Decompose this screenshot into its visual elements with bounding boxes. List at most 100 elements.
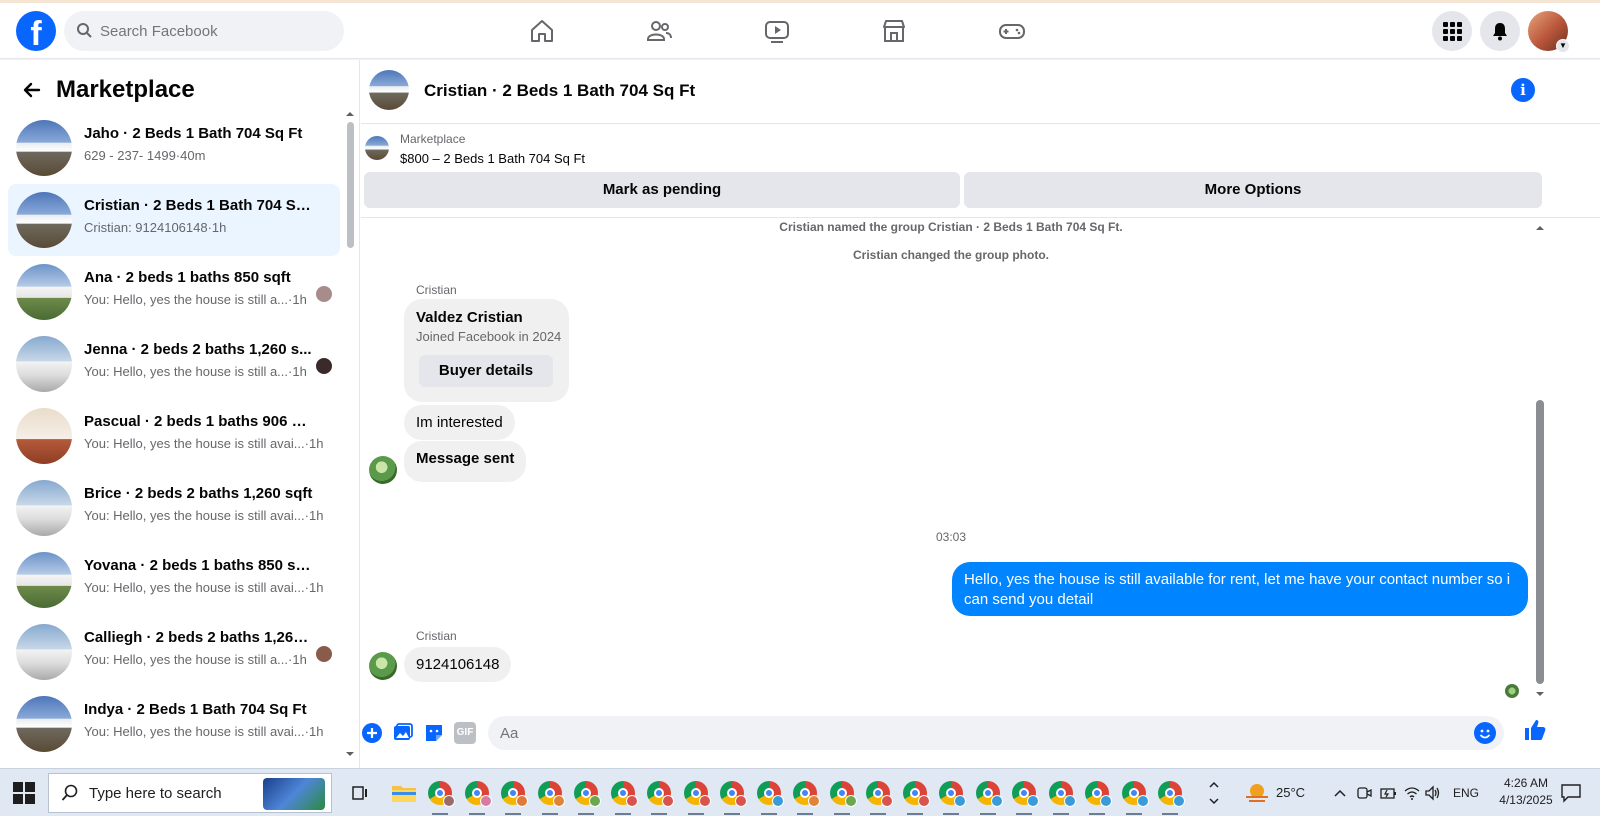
chrome-profile-icon[interactable] <box>680 777 712 815</box>
chrome-profile-icon[interactable] <box>1118 777 1150 815</box>
buyer-details-button[interactable]: Buyer details <box>419 355 553 387</box>
chrome-profile-icon[interactable] <box>935 777 967 815</box>
message-input[interactable] <box>500 716 1460 750</box>
home-icon[interactable] <box>528 17 556 45</box>
chat-title[interactable]: Cristian · 2 Beds 1 Bath 704 Sq Ft <box>424 81 695 101</box>
profile-avatar[interactable]: ▼ <box>1528 11 1570 53</box>
conversation-name: Calliegh · 2 beds 2 baths 1,260... <box>84 629 314 646</box>
chrome-profile-icon[interactable] <box>862 777 894 815</box>
scroll-down-icon[interactable] <box>1534 690 1546 698</box>
volume-icon[interactable] <box>1424 785 1442 801</box>
chevron-up-icon[interactable] <box>1333 787 1347 799</box>
chrome-profile-icon[interactable] <box>716 777 748 815</box>
scroll-up-icon[interactable] <box>344 110 356 118</box>
conversation-item[interactable]: Calliegh · 2 beds 2 baths 1,260... You: … <box>8 616 340 688</box>
outgoing-message[interactable]: Hello, yes the house is still available … <box>952 562 1528 616</box>
plus-circle-icon[interactable] <box>361 722 383 744</box>
photo-icon[interactable] <box>392 722 414 744</box>
gaming-icon[interactable] <box>998 17 1026 45</box>
chrome-profile-icon[interactable] <box>1154 777 1186 815</box>
chrome-profile-icon[interactable] <box>789 777 821 815</box>
chrome-profile-icon[interactable] <box>753 777 785 815</box>
search-input[interactable] <box>100 11 330 51</box>
chevron-down-icon: ▼ <box>1556 39 1570 53</box>
message-bubble[interactable]: 9124106148 <box>404 647 512 682</box>
language-indicator[interactable]: ENG <box>1453 769 1479 817</box>
temperature-label[interactable]: 25°C <box>1276 769 1305 817</box>
clock[interactable]: 4:26 AM 4/13/2025 <box>1486 769 1566 817</box>
message-input-box[interactable] <box>488 716 1504 750</box>
chrome-profile-icon[interactable] <box>643 777 675 815</box>
scrollbar-thumb[interactable] <box>347 122 354 248</box>
conversation-item[interactable]: Ana · 2 beds 1 baths 850 sqft You: Hello… <box>8 256 340 328</box>
taskbar-search[interactable]: Type here to search <box>48 773 332 813</box>
scroll-down-icon[interactable] <box>344 750 356 758</box>
chrome-profile-icon[interactable] <box>1008 777 1040 815</box>
buyer-card: Valdez Cristian Joined Facebook in 2024 … <box>404 299 569 402</box>
conversation-item[interactable]: Brice · 2 beds 2 baths 1,260 sqft You: H… <box>8 472 340 544</box>
battery-icon[interactable] <box>1379 785 1397 801</box>
chrome-profile-icon[interactable] <box>899 777 931 815</box>
conversation-item[interactable]: Jenna · 2 beds 2 baths 1,260 s... You: H… <box>8 328 340 400</box>
sticker-icon[interactable] <box>423 722 445 744</box>
conversation-preview: You: Hello, yes the house is still a...·… <box>84 364 307 379</box>
chrome-profile-icon[interactable] <box>972 777 1004 815</box>
chrome-profile-icon[interactable] <box>826 777 858 815</box>
info-icon[interactable]: i <box>1511 78 1535 102</box>
conversation-name: Indya · 2 Beds 1 Bath 704 Sq Ft <box>84 701 307 718</box>
conversation-item[interactable]: Indya · 2 Beds 1 Bath 704 Sq Ft You: Hel… <box>8 688 340 760</box>
friends-icon[interactable] <box>645 17 673 45</box>
conversation-name: Ana · 2 beds 1 baths 850 sqft <box>84 269 291 286</box>
sender-avatar[interactable] <box>369 652 397 680</box>
sidebar-title: Marketplace <box>56 76 195 103</box>
conversation-preview: You: Hello, yes the house is still avai.… <box>84 580 324 595</box>
listing-thumbnail <box>16 120 72 176</box>
search-box[interactable] <box>64 11 344 51</box>
chrome-profile-icon[interactable] <box>570 777 602 815</box>
emoji-icon[interactable] <box>1474 722 1496 744</box>
listing-thumbnail[interactable] <box>365 136 389 160</box>
scrollbar-thumb[interactable] <box>1536 400 1544 684</box>
video-icon[interactable] <box>763 17 791 45</box>
sidebar-header: Marketplace <box>16 72 195 108</box>
chrome-profile-icon[interactable] <box>461 777 493 815</box>
notification-center-icon[interactable] <box>1560 783 1582 803</box>
conversation-item[interactable]: Jaho · 2 Beds 1 Bath 704 Sq Ft 629 - 237… <box>8 112 340 184</box>
more-options-button[interactable]: More Options <box>964 172 1542 208</box>
marketplace-icon[interactable] <box>880 17 908 45</box>
back-button[interactable] <box>16 74 48 106</box>
notifications-button[interactable] <box>1480 11 1520 51</box>
chrome-profile-icon[interactable] <box>534 777 566 815</box>
menu-button[interactable] <box>1432 11 1472 51</box>
conversation-item[interactable]: Pascual · 2 beds 1 baths 906 sqft You: H… <box>8 400 340 472</box>
group-avatar[interactable] <box>369 70 409 110</box>
conversation-item-active[interactable]: Cristian · 2 Beds 1 Bath 704 Sq Ft Crist… <box>8 184 340 256</box>
arrow-left-icon <box>23 82 41 98</box>
wifi-icon[interactable] <box>1404 785 1420 801</box>
windows-start-icon[interactable] <box>12 781 36 805</box>
file-explorer-icon[interactable] <box>388 777 420 809</box>
meet-now-icon[interactable] <box>1356 785 1372 801</box>
seen-avatar <box>316 358 332 374</box>
conversation-item[interactable] <box>8 760 340 768</box>
chrome-profile-icon[interactable] <box>1081 777 1113 815</box>
listing-price[interactable]: $800 – 2 Beds 1 Bath 704 Sq Ft <box>400 151 585 166</box>
taskbar-overflow-icon[interactable] <box>1208 779 1220 807</box>
facebook-logo[interactable]: f <box>16 11 56 51</box>
chat-header: Cristian · 2 Beds 1 Bath 704 Sq Ft i <box>361 60 1600 124</box>
mark-pending-button[interactable]: Mark as pending <box>364 172 960 208</box>
chrome-profile-icon[interactable] <box>497 777 529 815</box>
chrome-profile-icon[interactable] <box>424 777 456 815</box>
chat-scrollbar[interactable] <box>1533 224 1547 702</box>
gif-icon[interactable]: GIF <box>454 722 476 744</box>
chrome-profile-icon[interactable] <box>1045 777 1077 815</box>
chrome-profile-icon[interactable] <box>607 777 639 815</box>
task-view-icon[interactable] <box>350 783 370 803</box>
conversation-item[interactable]: Yovana · 2 beds 1 baths 850 sqft You: He… <box>8 544 340 616</box>
sender-avatar[interactable] <box>369 456 397 484</box>
message-bubble[interactable]: Message sent <box>404 441 527 482</box>
sidebar-scrollbar[interactable] <box>344 110 356 760</box>
scroll-up-icon[interactable] <box>1534 224 1546 232</box>
thumbs-up-icon[interactable] <box>1523 718 1547 742</box>
message-bubble[interactable]: Im interested <box>404 405 515 440</box>
